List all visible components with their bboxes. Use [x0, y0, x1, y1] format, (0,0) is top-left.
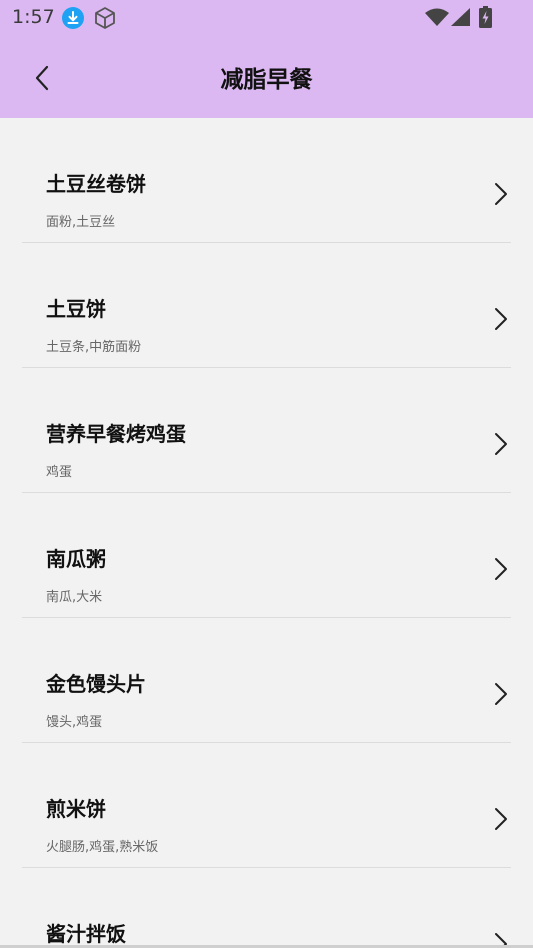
app-header: 1:57 减脂早餐	[0, 0, 533, 118]
recipe-ingredients: 土豆条,中筋面粉	[46, 340, 142, 355]
wifi-icon	[425, 8, 449, 26]
chevron-right-icon	[495, 808, 507, 830]
recipe-name: 金色馒头片	[46, 672, 146, 696]
recipe-ingredients: 馒头,鸡蛋	[46, 715, 103, 730]
recipe-name: 南瓜粥	[46, 547, 106, 571]
recipe-name: 煎米饼	[46, 797, 106, 821]
recipe-ingredients: 南瓜,大米	[46, 590, 103, 605]
recipe-ingredients: 鸡蛋	[46, 465, 73, 480]
recipe-name: 土豆饼	[46, 297, 106, 321]
battery-icon	[479, 6, 492, 28]
page-title: 减脂早餐	[220, 67, 313, 93]
recipe-name: 酱汁拌饭	[46, 922, 126, 946]
status-bar: 1:57	[0, 0, 533, 36]
recipe-ingredients: 火腿肠,鸡蛋,熟米饭	[46, 840, 159, 855]
recipe-item[interactable]: 酱汁拌饭	[22, 868, 511, 948]
chevron-right-icon	[495, 433, 507, 455]
chevron-right-icon	[495, 183, 507, 205]
recipe-name: 土豆丝卷饼	[46, 172, 146, 196]
recipe-item[interactable]: 煎米饼 火腿肠,鸡蛋,熟米饭	[22, 743, 511, 868]
recipe-item[interactable]: 金色馒头片 馒头,鸡蛋	[22, 618, 511, 743]
chevron-right-icon	[495, 558, 507, 580]
recipe-item[interactable]: 南瓜粥 南瓜,大米	[22, 493, 511, 618]
recipe-list: 土豆丝卷饼 面粉,土豆丝 土豆饼 土豆条,中筋面粉 营养早餐烤鸡蛋 鸡蛋 南瓜粥…	[0, 118, 533, 948]
recipe-item[interactable]: 营养早餐烤鸡蛋 鸡蛋	[22, 368, 511, 493]
status-time: 1:57	[12, 6, 55, 28]
download-icon	[62, 7, 84, 29]
chevron-right-icon	[495, 683, 507, 705]
box-icon	[95, 7, 115, 29]
recipe-item[interactable]: 土豆饼 土豆条,中筋面粉	[22, 243, 511, 368]
recipe-name: 营养早餐烤鸡蛋	[46, 422, 186, 446]
chevron-right-icon	[495, 308, 507, 330]
recipe-ingredients: 面粉,土豆丝	[46, 215, 116, 230]
signal-icon	[451, 8, 470, 26]
recipe-item[interactable]: 土豆丝卷饼 面粉,土豆丝	[22, 118, 511, 243]
